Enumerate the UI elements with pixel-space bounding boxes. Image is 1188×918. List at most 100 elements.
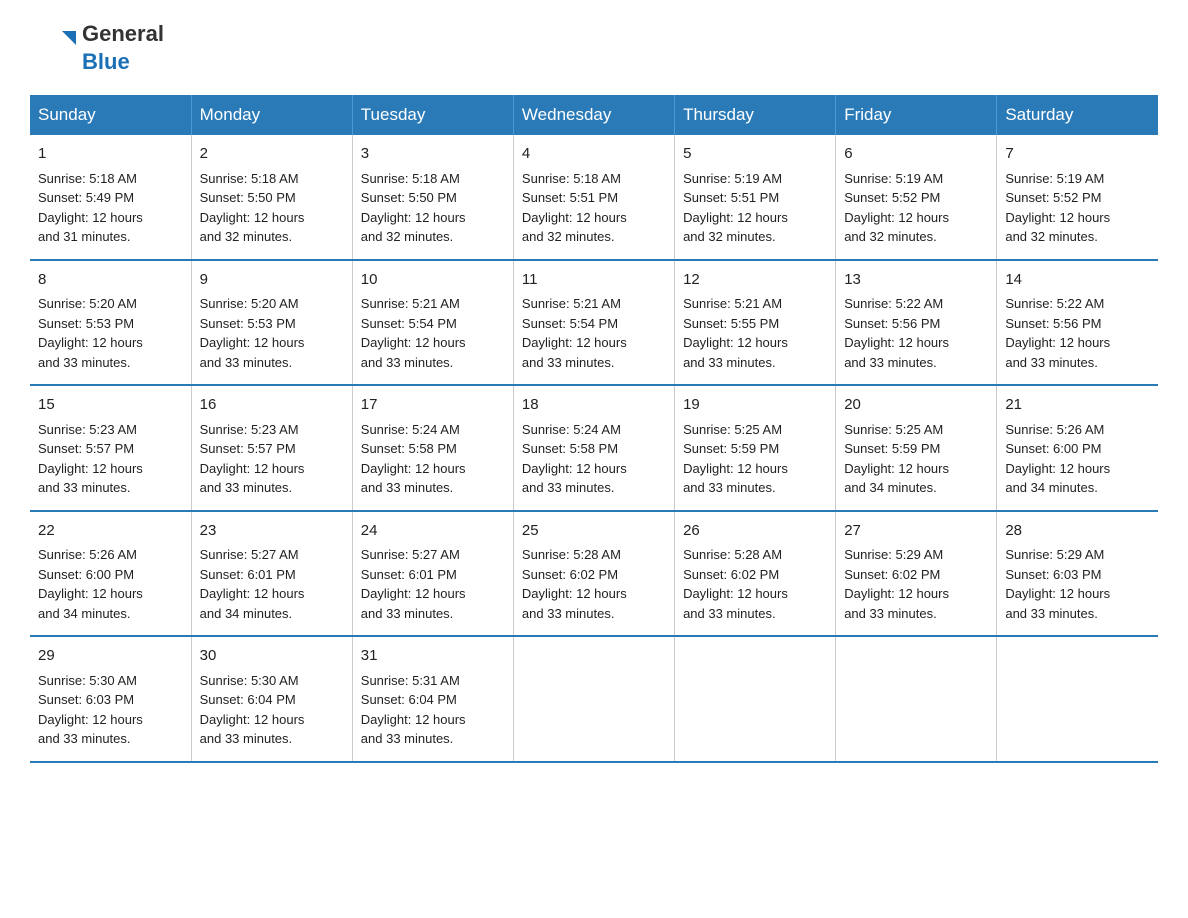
logo-line2: Blue — [82, 48, 164, 76]
calendar-cell: 9 Sunrise: 5:20 AMSunset: 5:53 PMDaylight… — [191, 260, 352, 386]
calendar-cell: 15 Sunrise: 5:23 AMSunset: 5:57 PMDayligh… — [30, 385, 191, 511]
logo: General Blue — [30, 20, 164, 75]
calendar-cell: 5Sunrise: 5:19 AMSunset: 5:51 PMDaylight… — [675, 135, 836, 260]
day-number: 13 — [844, 269, 988, 292]
day-number: 30 — [200, 645, 344, 668]
calendar-cell: 23 Sunrise: 5:27 AMSunset: 6:01 PMDayligh… — [191, 511, 352, 637]
day-number: 28 — [1005, 520, 1150, 543]
day-number: 1 — [38, 143, 183, 166]
day-number: 31 — [361, 645, 505, 668]
day-number: 8 — [38, 269, 183, 292]
calendar-week-3: 15 Sunrise: 5:23 AMSunset: 5:57 PMDayligh… — [30, 385, 1158, 511]
calendar-week-4: 22 Sunrise: 5:26 AMSunset: 6:00 PMDayligh… — [30, 511, 1158, 637]
day-number: 19 — [683, 394, 827, 417]
day-info: Sunrise: 5:25 AMSunset: 5:59 PMDaylight:… — [683, 422, 788, 496]
day-info: Sunrise: 5:20 AMSunset: 5:53 PMDaylight:… — [200, 296, 305, 370]
day-number: 14 — [1005, 269, 1150, 292]
calendar-cell: 1Sunrise: 5:18 AMSunset: 5:49 PMDaylight… — [30, 135, 191, 260]
calendar-cell: 13 Sunrise: 5:22 AMSunset: 5:56 PMDayligh… — [836, 260, 997, 386]
day-number: 15 — [38, 394, 183, 417]
day-info: Sunrise: 5:21 AMSunset: 5:54 PMDaylight:… — [522, 296, 627, 370]
calendar-cell: 27 Sunrise: 5:29 AMSunset: 6:02 PMDayligh… — [836, 511, 997, 637]
day-info: Sunrise: 5:27 AMSunset: 6:01 PMDaylight:… — [200, 547, 305, 621]
day-info: Sunrise: 5:19 AMSunset: 5:52 PMDaylight:… — [1005, 171, 1110, 245]
calendar-cell: 29Sunrise: 5:30 AMSunset: 6:03 PMDayligh… — [30, 636, 191, 762]
calendar-cell — [836, 636, 997, 762]
day-number: 27 — [844, 520, 988, 543]
header-monday: Monday — [191, 95, 352, 135]
day-number: 21 — [1005, 394, 1150, 417]
day-number: 16 — [200, 394, 344, 417]
day-number: 7 — [1005, 143, 1150, 166]
day-info: Sunrise: 5:18 AMSunset: 5:50 PMDaylight:… — [200, 171, 305, 245]
day-info: Sunrise: 5:22 AMSunset: 5:56 PMDaylight:… — [844, 296, 949, 370]
calendar-cell: 17 Sunrise: 5:24 AMSunset: 5:58 PMDayligh… — [352, 385, 513, 511]
day-number: 24 — [361, 520, 505, 543]
day-info: Sunrise: 5:19 AMSunset: 5:51 PMDaylight:… — [683, 171, 788, 245]
calendar-cell: 21 Sunrise: 5:26 AMSunset: 6:00 PMDayligh… — [997, 385, 1158, 511]
calendar-week-5: 29Sunrise: 5:30 AMSunset: 6:03 PMDayligh… — [30, 636, 1158, 762]
page-header: General Blue — [30, 20, 1158, 75]
calendar-cell: 6 Sunrise: 5:19 AMSunset: 5:52 PMDaylight… — [836, 135, 997, 260]
header-wednesday: Wednesday — [513, 95, 674, 135]
calendar-cell: 11 Sunrise: 5:21 AMSunset: 5:54 PMDayligh… — [513, 260, 674, 386]
logo-container: General Blue — [30, 20, 164, 75]
day-info: Sunrise: 5:29 AMSunset: 6:02 PMDaylight:… — [844, 547, 949, 621]
calendar-cell: 4Sunrise: 5:18 AMSunset: 5:51 PMDaylight… — [513, 135, 674, 260]
day-info: Sunrise: 5:28 AMSunset: 6:02 PMDaylight:… — [522, 547, 627, 621]
header-friday: Friday — [836, 95, 997, 135]
calendar-cell: 2Sunrise: 5:18 AMSunset: 5:50 PMDaylight… — [191, 135, 352, 260]
day-number: 22 — [38, 520, 183, 543]
day-info: Sunrise: 5:30 AMSunset: 6:03 PMDaylight:… — [38, 673, 143, 747]
calendar-cell: 25 Sunrise: 5:28 AMSunset: 6:02 PMDayligh… — [513, 511, 674, 637]
calendar-cell: 28 Sunrise: 5:29 AMSunset: 6:03 PMDayligh… — [997, 511, 1158, 637]
calendar-cell: 16 Sunrise: 5:23 AMSunset: 5:57 PMDayligh… — [191, 385, 352, 511]
day-number: 23 — [200, 520, 344, 543]
calendar-cell — [513, 636, 674, 762]
calendar-cell: 14 Sunrise: 5:22 AMSunset: 5:56 PMDayligh… — [997, 260, 1158, 386]
day-info: Sunrise: 5:23 AMSunset: 5:57 PMDaylight:… — [38, 422, 143, 496]
calendar-cell: 30 Sunrise: 5:30 AMSunset: 6:04 PMDayligh… — [191, 636, 352, 762]
day-info: Sunrise: 5:20 AMSunset: 5:53 PMDaylight:… — [38, 296, 143, 370]
day-number: 3 — [361, 143, 505, 166]
day-info: Sunrise: 5:19 AMSunset: 5:52 PMDaylight:… — [844, 171, 949, 245]
day-info: Sunrise: 5:30 AMSunset: 6:04 PMDaylight:… — [200, 673, 305, 747]
day-number: 10 — [361, 269, 505, 292]
calendar-table: SundayMondayTuesdayWednesdayThursdayFrid… — [30, 95, 1158, 763]
day-number: 4 — [522, 143, 666, 166]
calendar-cell — [997, 636, 1158, 762]
day-number: 9 — [200, 269, 344, 292]
logo-text: General Blue — [82, 20, 164, 75]
calendar-cell: 7 Sunrise: 5:19 AMSunset: 5:52 PMDaylight… — [997, 135, 1158, 260]
calendar-cell: 19 Sunrise: 5:25 AMSunset: 5:59 PMDayligh… — [675, 385, 836, 511]
calendar-cell: 10 Sunrise: 5:21 AMSunset: 5:54 PMDayligh… — [352, 260, 513, 386]
header-saturday: Saturday — [997, 95, 1158, 135]
calendar-cell: 31 Sunrise: 5:31 AMSunset: 6:04 PMDayligh… — [352, 636, 513, 762]
day-number: 11 — [522, 269, 666, 292]
calendar-cell: 26Sunrise: 5:28 AMSunset: 6:02 PMDayligh… — [675, 511, 836, 637]
day-info: Sunrise: 5:29 AMSunset: 6:03 PMDaylight:… — [1005, 547, 1110, 621]
calendar-cell: 24Sunrise: 5:27 AMSunset: 6:01 PMDayligh… — [352, 511, 513, 637]
day-info: Sunrise: 5:31 AMSunset: 6:04 PMDaylight:… — [361, 673, 466, 747]
logo-svg — [30, 23, 80, 73]
calendar-week-1: 1Sunrise: 5:18 AMSunset: 5:49 PMDaylight… — [30, 135, 1158, 260]
day-info: Sunrise: 5:23 AMSunset: 5:57 PMDaylight:… — [200, 422, 305, 496]
day-number: 6 — [844, 143, 988, 166]
day-info: Sunrise: 5:24 AMSunset: 5:58 PMDaylight:… — [361, 422, 466, 496]
day-info: Sunrise: 5:22 AMSunset: 5:56 PMDaylight:… — [1005, 296, 1110, 370]
day-info: Sunrise: 5:25 AMSunset: 5:59 PMDaylight:… — [844, 422, 949, 496]
day-number: 25 — [522, 520, 666, 543]
calendar-week-2: 8 Sunrise: 5:20 AMSunset: 5:53 PMDaylight… — [30, 260, 1158, 386]
day-info: Sunrise: 5:24 AMSunset: 5:58 PMDaylight:… — [522, 422, 627, 496]
header-tuesday: Tuesday — [352, 95, 513, 135]
calendar-cell: 12Sunrise: 5:21 AMSunset: 5:55 PMDayligh… — [675, 260, 836, 386]
day-info: Sunrise: 5:28 AMSunset: 6:02 PMDaylight:… — [683, 547, 788, 621]
calendar-cell: 20 Sunrise: 5:25 AMSunset: 5:59 PMDayligh… — [836, 385, 997, 511]
header-sunday: Sunday — [30, 95, 191, 135]
day-info: Sunrise: 5:21 AMSunset: 5:54 PMDaylight:… — [361, 296, 466, 370]
day-info: Sunrise: 5:26 AMSunset: 6:00 PMDaylight:… — [1005, 422, 1110, 496]
day-number: 20 — [844, 394, 988, 417]
day-number: 17 — [361, 394, 505, 417]
day-info: Sunrise: 5:26 AMSunset: 6:00 PMDaylight:… — [38, 547, 143, 621]
day-number: 18 — [522, 394, 666, 417]
